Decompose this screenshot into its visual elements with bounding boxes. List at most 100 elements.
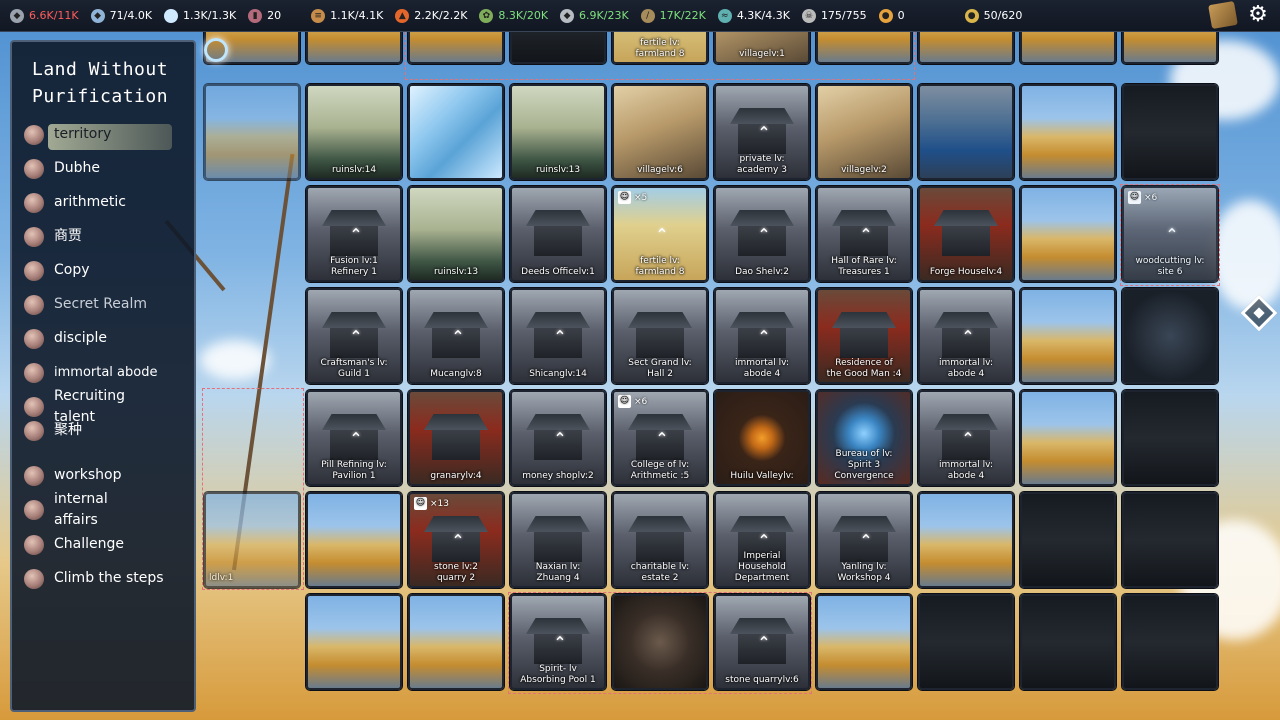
building-tile[interactable]: ruinslv:13 [408,186,504,282]
land-tile[interactable] [408,84,504,180]
building-tile[interactable]: ⌃ Fusion lv:1 Refinery 1 [306,186,402,282]
building-tile[interactable]: ⌃ Dao Shelv:2 [714,186,810,282]
building-tile[interactable]: ⌃ private lv: academy 3 [714,84,810,180]
land-tile[interactable] [306,492,402,588]
menu-item-climb-the-steps[interactable]: Climb the steps [24,568,184,589]
menu-item-immortal-abode[interactable]: immortal abode [24,362,184,383]
resource-flame-drop: ● 0 [878,8,905,23]
menu-item-workshop[interactable]: workshop [24,465,184,486]
land-tile[interactable] [204,84,300,180]
land-tile[interactable] [1122,84,1218,180]
building-tile[interactable]: ☺ ×13 ⌃ stone lv:2 quarry 2 [408,492,504,588]
building-tile[interactable]: villagelv:1 [714,32,810,64]
building-tile[interactable]: Huilu Valleylv: [714,390,810,486]
building-tile[interactable]: ⌃ Pill Refining lv: Pavilion 1 [306,390,402,486]
upgrade-icon: ⌃ [1165,225,1179,244]
building-tile[interactable]: Deeds Officelv:1 [510,186,606,282]
book-icon[interactable] [1208,0,1238,30]
building-tile[interactable]: ⌃ Shicanglv:14 [510,288,606,384]
land-tile[interactable] [816,32,912,64]
stone-icon: ◆ [560,8,575,23]
building-tile[interactable]: ⌃ stone quarrylv:6 [714,594,810,690]
menu-item-challenge[interactable]: Challenge [24,534,184,555]
menu-item-internal-affairs[interactable]: internal affairs [24,489,184,531]
land-tile[interactable] [1122,288,1218,384]
land-tile[interactable] [918,594,1014,690]
building-tile[interactable]: charitable lv: estate 2 [612,492,708,588]
building-tile[interactable]: ⌃ Craftsman's lv: Guild 1 [306,288,402,384]
menu-item-secret-realm[interactable]: Secret Realm [24,294,184,315]
land-tile[interactable] [1020,32,1116,64]
building-tile[interactable]: Sect Grand lv: Hall 2 [612,288,708,384]
menu-item-disciple[interactable]: disciple [24,328,184,349]
lotus-icon [24,294,44,315]
land-tile[interactable] [918,492,1014,588]
menu-item-territory[interactable]: territory [24,124,184,150]
worker-badge: ☺ ×13 [414,497,449,510]
land-tile[interactable] [1020,390,1116,486]
land-tile[interactable] [306,32,402,64]
territory-grid: fertile lv: farmland 8 villagelv:1 ruins… [200,32,1225,720]
menu-item-arithmetic[interactable]: arithmetic [24,192,184,213]
building-tile[interactable]: ⌃ money shoplv:2 [510,390,606,486]
building-tile[interactable]: ⌃ immortal lv: abode 4 [918,288,1014,384]
upgrade-icon: ⌃ [553,429,567,448]
building-tile[interactable]: villagelv:6 [612,84,708,180]
building-tile[interactable]: Residence of the Good Man :4 [816,288,912,384]
water-drop-icon: ◆ [90,8,105,23]
building-tile[interactable]: ⌃ Hall of Rare lv: Treasures 1 [816,186,912,282]
building-tile[interactable]: ruinslv:14 [306,84,402,180]
land-tile[interactable] [1020,288,1116,384]
building-tile[interactable]: Forge Houselv:4 [918,186,1014,282]
building-tile[interactable]: ⌃ Mucanglv:8 [408,288,504,384]
lotus-icon [24,568,44,589]
building-tile[interactable]: villagelv:2 [816,84,912,180]
building-tile[interactable]: ☺ ×6 ⌃ woodcutting lv: site 6 [1122,186,1218,282]
lotus-icon [24,158,44,179]
upgrade-icon: ⌃ [553,633,567,652]
gear-icon[interactable]: ⚙ [1246,3,1270,27]
spirit-orb-icon [164,8,179,23]
building-tile[interactable]: ⌃ immortal lv: abode 4 [918,390,1014,486]
monster-tile[interactable] [612,594,708,690]
resource-spirit: 1.3K/1.3K [164,8,236,23]
building-tile[interactable]: ⌃ Yanling lv: Workshop 4 [816,492,912,588]
land-tile[interactable] [1122,492,1218,588]
building-tile[interactable]: fertile lv: farmland 8 [612,32,708,64]
resource-fish: ≈4.3K/4.3K [717,8,790,23]
lotus-icon [24,397,44,417]
land-tile[interactable] [306,594,402,690]
building-tile[interactable]: ⌃ Spirit- lv Absorbing Pool 1 [510,594,606,690]
land-tile[interactable] [408,594,504,690]
building-tile[interactable]: granarylv:4 [408,390,504,486]
ring-icon[interactable] [204,38,228,62]
land-tile[interactable] [816,594,912,690]
land-tile[interactable] [1020,492,1116,588]
land-tile[interactable] [1020,186,1116,282]
land-tile[interactable] [408,32,504,64]
upgrade-icon: ⌃ [553,327,567,346]
building-tile[interactable]: ☺ ×6 ⌃ College of lv: Arithmetic :5 [612,390,708,486]
skull-icon: ☠ [801,8,816,23]
land-tile[interactable] [1122,390,1218,486]
upgrade-icon: ⌃ [349,429,363,448]
building-tile[interactable]: ruinslv:13 [510,84,606,180]
menu-item-copy[interactable]: Copy [24,260,184,281]
building-tile[interactable]: Naxian lv: Zhuang 4 [510,492,606,588]
land-tile[interactable]: ldlv:1 [204,492,300,588]
menu-item-merchant[interactable]: 商贾 [24,226,184,247]
menu-item-gathering[interactable]: 聚种 [24,420,184,441]
building-tile[interactable]: Bureau of lv: Spirit 3 Convergence [816,390,912,486]
land-tile[interactable] [918,32,1014,64]
resource-fire: ▲ 2.2K/2.2K [395,8,467,23]
menu-item-dubhe[interactable]: Dubhe [24,158,184,179]
land-tile[interactable] [1122,594,1218,690]
land-tile[interactable] [510,32,606,64]
building-tile[interactable]: ⌃ Imperial Household Department [714,492,810,588]
land-tile[interactable] [1122,32,1218,64]
land-tile[interactable] [1020,84,1116,180]
building-tile[interactable]: ☺ ×5 ⌃ fertile lv: farmland 8 [612,186,708,282]
land-tile[interactable] [1020,594,1116,690]
land-tile[interactable] [918,84,1014,180]
building-tile[interactable]: ⌃ immortal lv: abode 4 [714,288,810,384]
